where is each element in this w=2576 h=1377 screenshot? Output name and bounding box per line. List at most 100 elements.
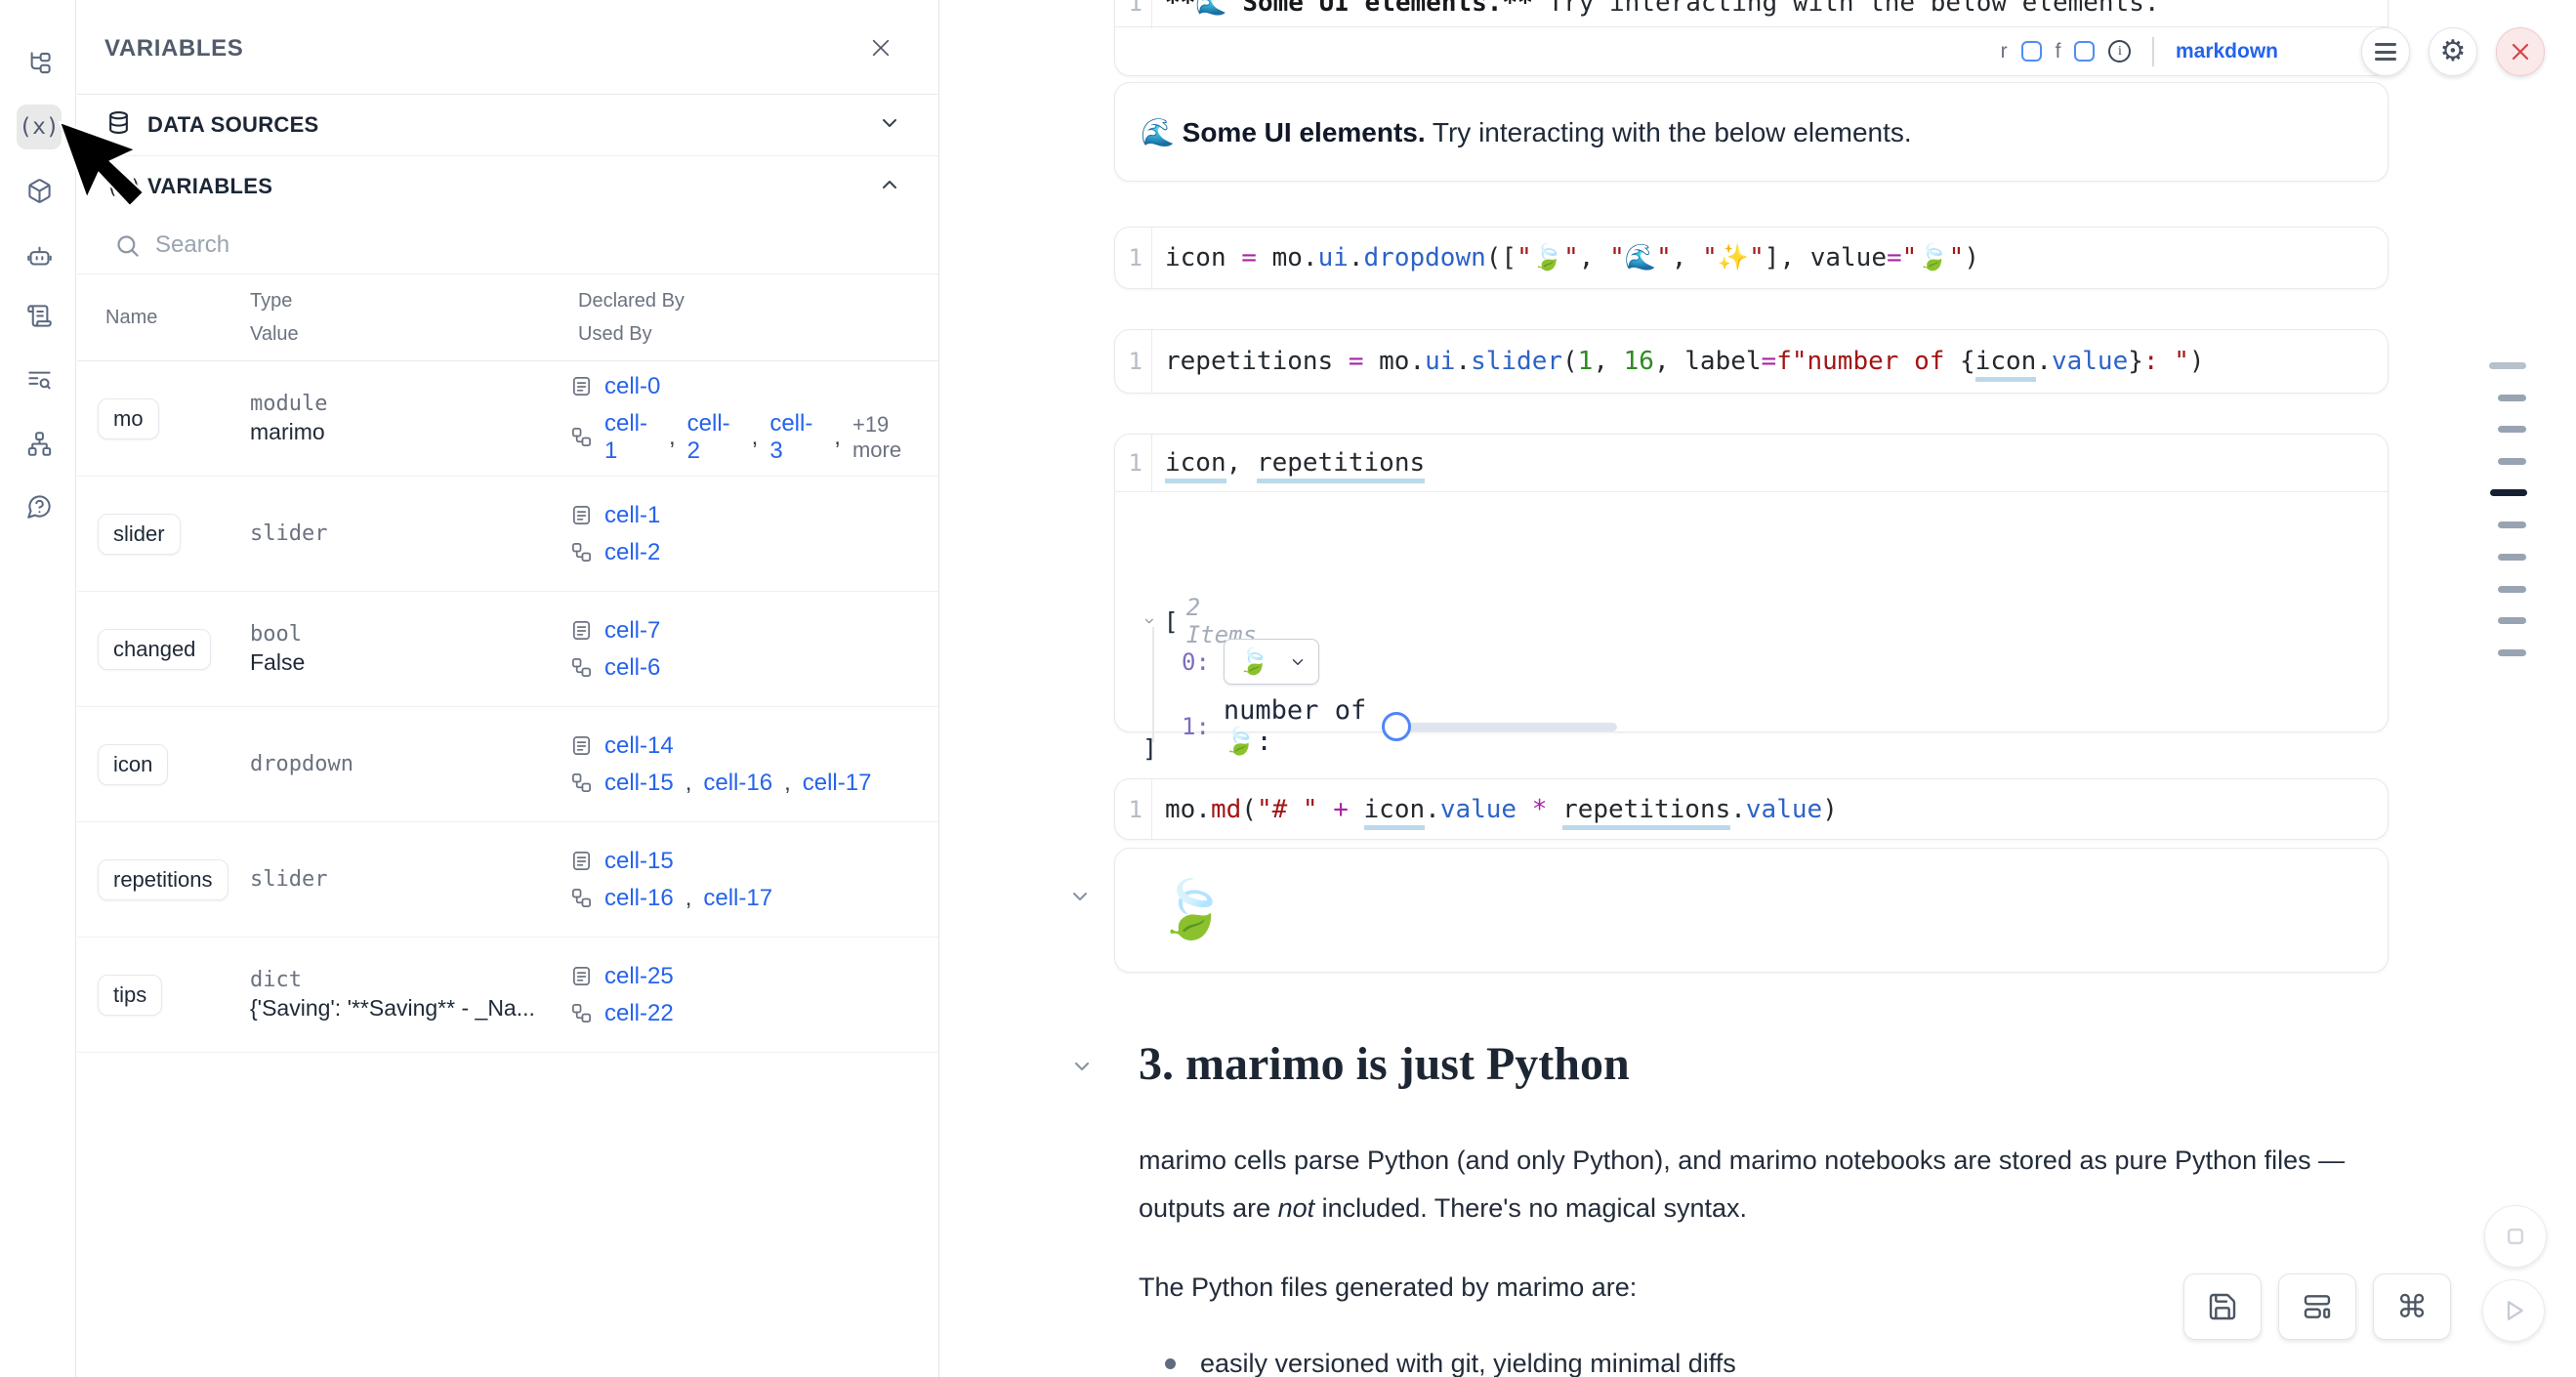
minimap-cell-marker[interactable] [2490, 489, 2527, 496]
cell-link[interactable]: cell-17 [703, 885, 772, 912]
shutdown-button[interactable] [2496, 27, 2545, 76]
stop-kernel-button[interactable] [2484, 1205, 2547, 1268]
stop-icon [2501, 1222, 2530, 1251]
graph-link-icon [570, 541, 593, 563]
code-line[interactable]: icon = mo.ui.dropdown(["🍃", "🌊", "✨"], v… [1152, 243, 1979, 272]
layout-select-button[interactable] [2278, 1273, 2356, 1340]
more-cells-label[interactable]: +19 more [852, 412, 938, 463]
markdown-output: 🍃 [1114, 848, 2389, 973]
cell-link[interactable]: cell-15 [604, 848, 674, 875]
section-variables[interactable]: (x) VARIABLES [77, 156, 938, 217]
cell-link[interactable]: cell-6 [604, 654, 660, 682]
notebook-menu-button[interactable] [2361, 27, 2410, 76]
minimap-cell-marker[interactable] [2498, 395, 2526, 401]
code-line[interactable]: repetitions = mo.ui.slider(1, 16, label=… [1152, 347, 2205, 376]
language-badge[interactable]: markdown [2176, 40, 2278, 63]
cell-link[interactable]: cell-16 [604, 885, 674, 912]
table-row: sliderslidercell-1cell-2 [77, 477, 938, 592]
cell-link[interactable]: cell-1 [604, 502, 660, 529]
cell-link[interactable]: cell-3 [769, 410, 822, 465]
cell-link[interactable]: cell-2 [604, 539, 660, 566]
section-data-sources[interactable]: DATA SOURCES [77, 95, 938, 156]
cell-link[interactable]: cell-15 [604, 770, 674, 797]
cell-link[interactable]: cell-2 [687, 410, 740, 465]
save-button[interactable] [2183, 1273, 2262, 1340]
layout-icon [2302, 1291, 2333, 1322]
dependency-graph-icon[interactable] [17, 421, 62, 466]
variable-value: {'Saving': '**Saving** - _Na... [250, 995, 535, 1022]
linked-variable[interactable]: icon [1364, 795, 1426, 830]
packages-icon[interactable] [17, 168, 62, 213]
code-line[interactable]: icon, repetitions [1152, 448, 1425, 478]
code-editor[interactable]: 1 **🌊 Some UI elements.** Try interactin… [1115, 0, 2388, 28]
document-icon [570, 619, 593, 642]
code-line[interactable]: **🌊 Some UI elements.** Try interacting … [1152, 0, 2160, 18]
document-icon [570, 734, 593, 757]
code-line[interactable]: mo.md("# " + icon.value * repetitions.va… [1152, 795, 1838, 824]
file-tree-icon[interactable] [17, 40, 62, 85]
document-icon [570, 965, 593, 987]
cell-link[interactable]: cell-17 [803, 770, 872, 797]
graph-link-icon [570, 656, 593, 679]
cell-link[interactable]: cell-22 [604, 1000, 674, 1027]
cell-collapse-chevron[interactable] [1068, 885, 1092, 913]
notebook-area: 1 **🌊 Some UI elements.** Try interactin… [940, 0, 2576, 1377]
documentation-icon[interactable] [17, 357, 62, 402]
column-header-value: Value [250, 323, 299, 346]
variables-table-body: momodulemarimocell-0cell-1, cell-2, cell… [77, 361, 938, 1053]
leaf-emoji: 🍃 [1156, 877, 1226, 943]
minimap-cell-marker[interactable] [2498, 617, 2526, 624]
cell-link[interactable]: cell-25 [604, 963, 674, 990]
code-editor[interactable]: 1 mo.md("# " + icon.value * repetitions.… [1115, 779, 2388, 839]
list-item: easily versioned with git, yielding mini… [1139, 1346, 2408, 1377]
snippets-icon[interactable] [17, 293, 62, 338]
table-row: icondropdowncell-14cell-15, cell-16, cel… [77, 707, 938, 822]
slider-track[interactable] [1392, 723, 1617, 731]
cell-link[interactable]: cell-0 [604, 373, 660, 400]
minimap-cell-marker[interactable] [2498, 554, 2526, 561]
help-icon[interactable] [17, 483, 62, 528]
minimap-cell-marker[interactable] [2498, 522, 2526, 528]
minimap-cell-marker[interactable] [2498, 426, 2526, 433]
linked-variable[interactable]: icon [1165, 448, 1226, 483]
close-x-icon [2509, 40, 2532, 63]
dropdown-control[interactable]: 🍃 [1224, 639, 1319, 685]
section-collapse-chevron[interactable] [1070, 1055, 1094, 1083]
close-icon[interactable] [866, 33, 895, 63]
minimap-cell-marker[interactable] [2489, 362, 2526, 369]
chevron-down-icon[interactable] [878, 111, 901, 140]
keyboard-shortcuts-button[interactable]: ⌘ [2373, 1273, 2451, 1340]
linked-variable[interactable]: icon [1975, 347, 2037, 382]
code-editor[interactable]: 1 icon, repetitions [1115, 435, 2388, 492]
cell-link[interactable]: cell-14 [604, 732, 674, 760]
cell-link[interactable]: cell-7 [604, 617, 660, 645]
ai-assistant-icon[interactable] [17, 232, 62, 277]
settings-button[interactable]: ⚙ [2429, 27, 2477, 76]
variable-name-badge: repetitions [98, 859, 229, 900]
slider-thumb[interactable] [1382, 712, 1411, 741]
variable-name-badge: icon [98, 744, 168, 785]
table-row: changedboolFalsecell-7cell-6 [77, 592, 938, 707]
document-icon [570, 375, 593, 397]
bullet-list: easily versioned with git, yielding mini… [1139, 1346, 2408, 1377]
linked-variable[interactable]: repetitions [1257, 448, 1425, 483]
variables-icon[interactable]: (x) [17, 104, 62, 149]
code-editor[interactable]: 1 repetitions = mo.ui.slider(1, 16, labe… [1115, 330, 2388, 393]
run-cells-button[interactable] [2482, 1279, 2545, 1342]
chevron-up-icon[interactable] [878, 173, 901, 201]
chevron-down-icon [1289, 653, 1307, 671]
linked-variable[interactable]: repetitions [1562, 795, 1730, 830]
variable-name-badge: tips [98, 975, 162, 1016]
minimap-cell-marker[interactable] [2498, 458, 2526, 465]
format-checkbox[interactable] [2074, 41, 2095, 62]
cell-link[interactable]: cell-1 [604, 410, 657, 465]
reactive-checkbox[interactable] [2021, 41, 2042, 62]
cell-link[interactable]: cell-16 [703, 770, 772, 797]
slider-control[interactable] [1388, 712, 1562, 741]
search-input[interactable] [155, 225, 878, 266]
code-editor[interactable]: 1 icon = mo.ui.dropdown(["🍃", "🌊", "✨"],… [1115, 228, 2388, 288]
info-icon[interactable]: i [2108, 40, 2131, 63]
minimap-cell-marker[interactable] [2498, 586, 2526, 593]
minimap-cell-marker[interactable] [2498, 649, 2526, 656]
graph-link-icon [570, 426, 593, 448]
